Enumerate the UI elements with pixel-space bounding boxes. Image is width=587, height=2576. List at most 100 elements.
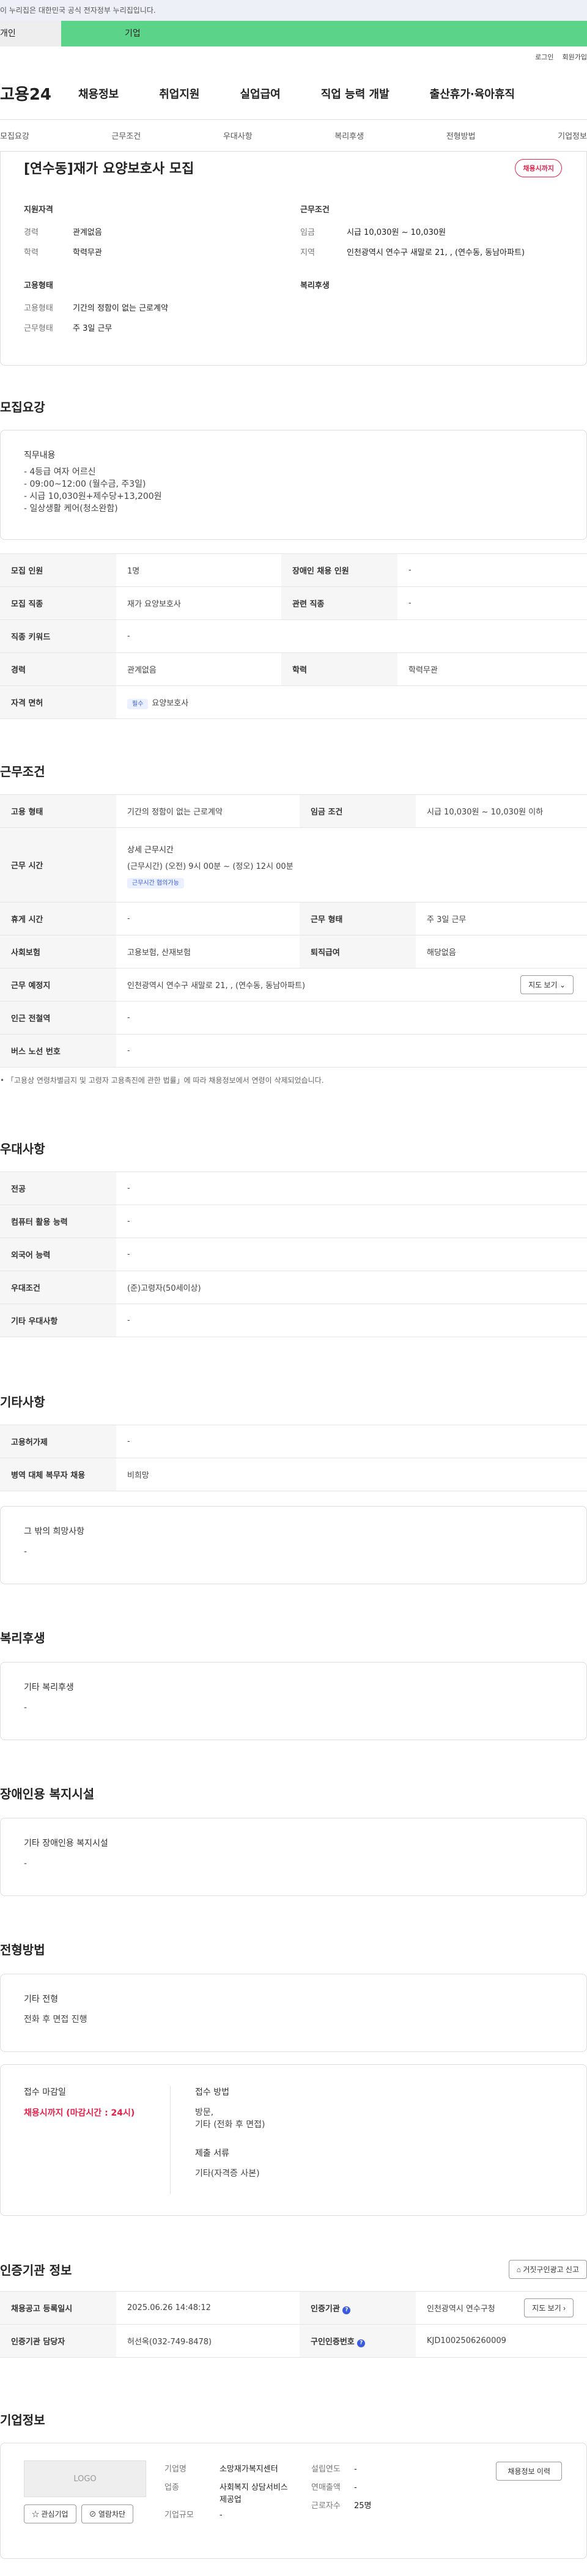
table-row: 외국어 능력 - [0,1238,587,1271]
cert-table: 채용공고 등록일시 2025.06.26 14:48:12 인증기관 ? 인천광역시 … [0,2291,587,2358]
row-value: - [116,1001,587,1035]
row-label: 구인인증번호 ? [300,2324,416,2358]
site-logo[interactable]: 고용24 [0,82,78,105]
recruit-table: 모집 인원 1명 장애인 채용 인원 - 모집 직종 재가 요양보호사 관련 직종 - 직종… [0,553,587,719]
favorite-company-button[interactable]: ☆ 관심기업 [24,2504,76,2523]
signup-link[interactable]: 회원가입 [563,52,587,62]
disability-box: 기타 장애인용 복지시설 - [0,1818,587,1896]
docs-value: 기타(자격증 사본) [195,2169,260,2179]
gnb-unemployment-benefit[interactable]: 실업급여 [240,86,281,101]
row-value: 해당없음 [416,935,587,969]
deadline-col: 접수 마감일 채용시까지 (마감시간 : 24시) [24,2086,171,2194]
selection-box: 기타 전형 전화 후 면접 진행 [0,1974,587,2052]
career-label: 경력 [24,228,39,237]
region-label: 지역 [300,248,315,257]
row-value: - [116,1034,587,1068]
cert-section-title: 인증기관 정보 [0,2263,72,2278]
subnav-company[interactable]: 기업정보 [558,130,587,141]
report-fake-ad-button[interactable]: ⌂ 거짓구인광고 신고 [508,2260,587,2279]
row-value: 관계없음 [116,652,281,686]
row-value: - [116,1172,587,1205]
conditions-section-title: 근무조건 [0,764,45,779]
welfare-box: 기타 복리후생 - [0,1662,587,1740]
row-value: - [397,586,587,620]
subnav-selection[interactable]: 전형방법 [446,130,476,141]
table-row: 경력 관계없음 학력 학력무관 [0,652,587,686]
region-value: 인천광역시 연수구 새말로 21, , (연수동, 동남아파트) [347,248,525,257]
gnb-employment-support[interactable]: 취업지원 [159,86,199,101]
map-view-button[interactable]: 지도 보기 ⌄ [520,975,574,994]
tab-company[interactable]: 기업 [61,21,587,46]
method-col: 접수 방법 방문, 기타 (전화 후 면접) 제출 서류 기타(자격증 사본) [171,2086,265,2194]
table-row: 직종 키워드 - [0,619,587,653]
table-row: 모집 직종 재가 요양보호사 관련 직종 - [0,586,587,620]
row-value: 인천광역시 연수구 새말로 21, , (연수동, 동남아파트) 지도 보기 ⌄ [116,968,587,1002]
row-label: 모집 직종 [0,586,116,620]
row-label: 외국어 능력 [0,1238,116,1271]
place-value: 인천광역시 연수구 새말로 21, , (연수동, 동남아파트) [127,981,306,991]
table-row: 채용공고 등록일시 2025.06.26 14:48:12 인증기관 ? 인천광역시 … [0,2291,587,2325]
block-view-button[interactable]: ⊘ 열람차단 [81,2504,134,2523]
qualification-heading: 지원자격 [24,205,53,215]
subnav-recruit[interactable]: 모집요강 [0,130,29,141]
table-row: 전공 - [0,1172,587,1205]
founded-label: 설립연도 [311,2465,341,2474]
hours-value: (근무시간) (오전) 9시 00분 ~ (정오) 12시 00분 [127,862,294,871]
org-map-button[interactable]: 지도 보기 › [524,2298,574,2317]
company-info-right: 설립연도 - 연매출액 - 근로자수 25명 [311,2460,403,2541]
row-value: 기간의 정함이 없는 근로계약 [116,794,300,828]
cert-header: 인증기관 정보 ⌂ 거짓구인광고 신고 [0,2260,587,2279]
row-value: 고용보험, 산재보험 [116,935,300,969]
row-value: - [116,1425,587,1458]
subnav-conditions[interactable]: 근무조건 [111,130,141,141]
industry-value: 사회복지 상담서비스 제공업 [220,2483,288,2504]
login-link[interactable]: 로그인 [535,52,553,62]
gnb-skills[interactable]: 직업 능력 개발 [321,86,389,101]
table-row: 근무 시간 상세 근무시간 (근무시간) (오전) 9시 00분 ~ (정오) … [0,827,587,902]
row-value: - [397,553,587,587]
job-title: [연수동]재가 요양보호사 모집 [24,161,194,177]
gnb-leave[interactable]: 출산휴가·육아휴직 [430,86,515,101]
subnav-welfare[interactable]: 복리후생 [334,130,364,141]
row-value: - [116,1205,587,1238]
employment-heading: 고용형태 [24,281,53,290]
welfare-box-value: - [24,1703,28,1713]
conditions-group: 근무조건 임금 시급 10,030원 ~ 10,030원 지역 인천광역시 연수구 … [300,203,525,257]
row-label: 근무 시간 [0,827,116,902]
selection-box-heading: 기타 전형 [24,1995,58,2004]
company-section-title: 기업정보 [0,2413,45,2427]
recruit-section-title: 모집요강 [0,400,45,415]
selection-section-title: 전형방법 [0,1943,45,1957]
company-logo-col: LOGO ☆ 관심기업 ⊘ 열람차단 [24,2460,164,2541]
row-value: 재가 요양보호사 [116,586,281,620]
table-row: 휴게 시간 - 근무 형태 주 3일 근무 [0,902,587,936]
row-value: 비희망 [116,1458,587,1491]
row-value: 1명 [116,553,281,587]
disability-box-heading: 기타 장애인용 복지시설 [24,1839,108,1848]
etc-table: 고용허가제 - 병역 대체 복무자 채용 비희망 [0,1425,587,1491]
table-row: 인근 전철역 - [0,1001,587,1035]
employees-label: 근로자수 [311,2501,341,2511]
job-history-button[interactable]: 채용정보 이력 [496,2462,562,2481]
table-row: 버스 노선 번호 - [0,1034,587,1068]
row-label: 고용 형태 [0,794,116,828]
row-value: (준)고령자(50세이상) [116,1271,587,1304]
disability-box-value: - [24,1859,28,1869]
tab-personal[interactable]: 개인 [0,21,61,46]
duty-box: 직무내용 - 4등급 여자 어르신 - 09:00~12:00 (월수금, 주3… [0,430,587,540]
license-value: 요양보호사 [152,699,189,708]
info-icon[interactable]: ? [342,2306,351,2314]
education-label: 학력 [24,248,39,257]
qualification-group: 지원자격 경력 관계없음 학력 학력무관 [24,203,102,257]
subnav-preferences[interactable]: 우대사항 [223,130,253,141]
row-label: 장애인 채용 인원 [281,553,397,587]
info-icon[interactable]: ? [357,2339,366,2347]
row-label: 모집 인원 [0,553,116,587]
row-label: 우대조건 [0,1271,116,1304]
welfare-heading: 복리후생 [300,281,330,290]
table-row: 인증기관 담당자 허선옥(032-749-8478) 구인인증번호 ? KJD1002… [0,2324,587,2358]
gnb-jobs[interactable]: 채용정보 [78,86,119,101]
docs-heading: 제출 서류 [195,2149,229,2158]
block-icon: ⊘ [89,2510,97,2519]
row-label: 임금 조건 [300,794,416,828]
